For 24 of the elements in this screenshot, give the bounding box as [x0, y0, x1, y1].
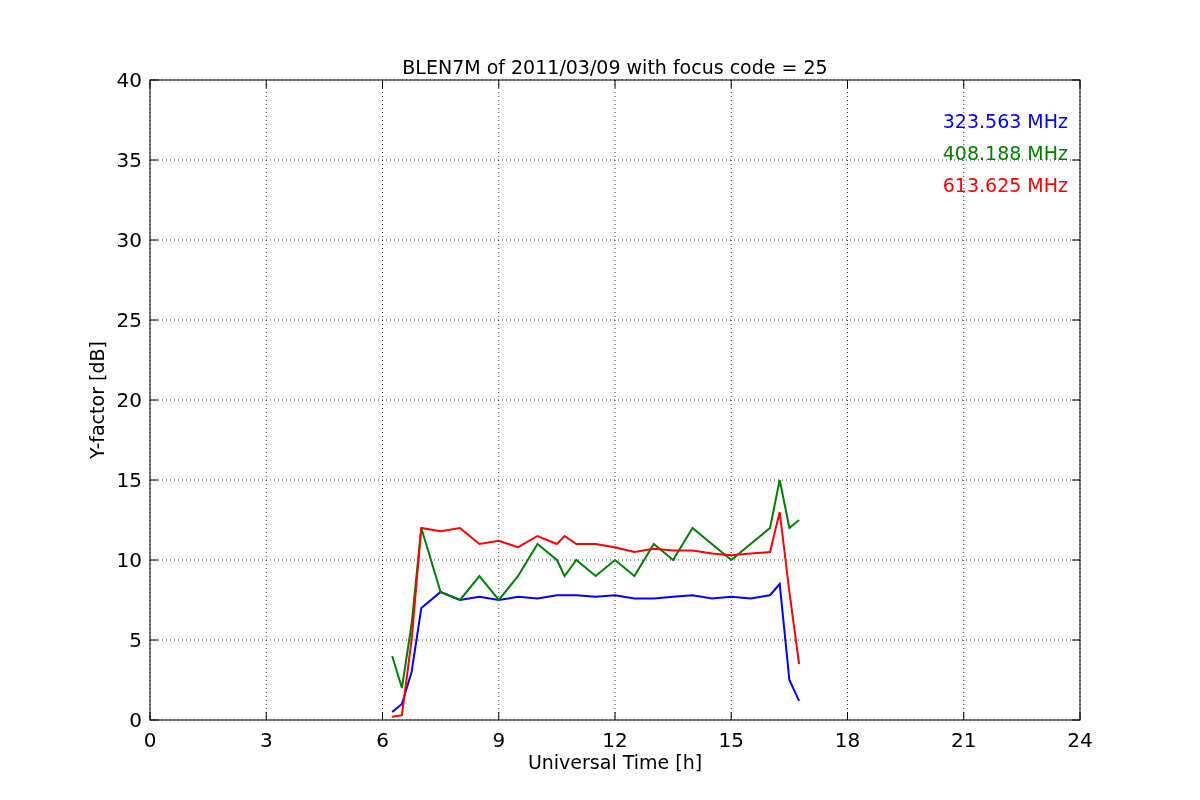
y-tick-label: 5 — [129, 628, 142, 652]
y-axis-label: Y-factor [dB] — [86, 341, 108, 459]
legend-label: 323.563 MHz — [942, 110, 1068, 132]
x-tick-label: 18 — [834, 728, 861, 752]
x-tick-label: 9 — [492, 728, 506, 752]
chart-title: BLEN7M of 2011/03/09 with focus code = 25 — [402, 56, 828, 78]
x-tick-label: 21 — [951, 728, 977, 752]
x-tick-label: 12 — [602, 728, 628, 752]
y-tick-label: 25 — [116, 308, 142, 332]
y-tick-label: 35 — [116, 148, 142, 172]
x-axis-label: Universal Time [h] — [527, 751, 703, 773]
x-tick-label: 3 — [259, 728, 273, 752]
y-tick-label: 15 — [116, 468, 142, 492]
x-tick-label: 0 — [143, 728, 157, 752]
x-tick-label: 15 — [718, 728, 744, 752]
legend-label: 408.188 MHz — [942, 142, 1068, 164]
y-tick-label: 30 — [116, 228, 142, 252]
x-tick-label: 24 — [1067, 728, 1093, 752]
x-tick-label: 6 — [376, 728, 389, 752]
legend-label: 613.625 MHz — [942, 174, 1068, 196]
y-tick-label: 10 — [116, 548, 142, 572]
y-tick-label: 40 — [116, 68, 142, 92]
y-tick-label: 20 — [116, 388, 142, 412]
y-tick-label: 0 — [129, 708, 142, 732]
